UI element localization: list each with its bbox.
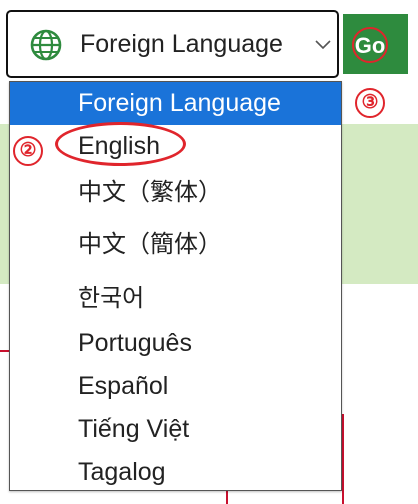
globe-icon	[30, 29, 62, 61]
background-red-line	[342, 414, 344, 504]
option-chinese-simplified[interactable]: 中文（簡体）	[10, 223, 341, 266]
option-spanish[interactable]: Español	[10, 365, 341, 408]
go-button[interactable]: Go	[343, 14, 408, 74]
callout-number-2: ②	[13, 136, 43, 166]
option-vietnamese[interactable]: Tiếng Việt	[10, 408, 341, 451]
go-button-label: Go	[352, 27, 388, 63]
option-chinese-traditional[interactable]: 中文（繁体）	[10, 171, 341, 214]
select-current-value: Foreign Language	[80, 30, 283, 58]
option-korean[interactable]: 한국어	[10, 277, 341, 320]
callout-number-3: ③	[355, 88, 385, 118]
chevron-down-icon	[315, 40, 331, 50]
english-highlight-ellipse	[55, 122, 186, 166]
option-tagalog[interactable]: Tagalog	[10, 451, 341, 494]
language-select[interactable]: Foreign Language	[6, 10, 339, 78]
option-foreign-language[interactable]: Foreign Language	[10, 82, 341, 125]
option-portuguese[interactable]: Português	[10, 322, 341, 365]
